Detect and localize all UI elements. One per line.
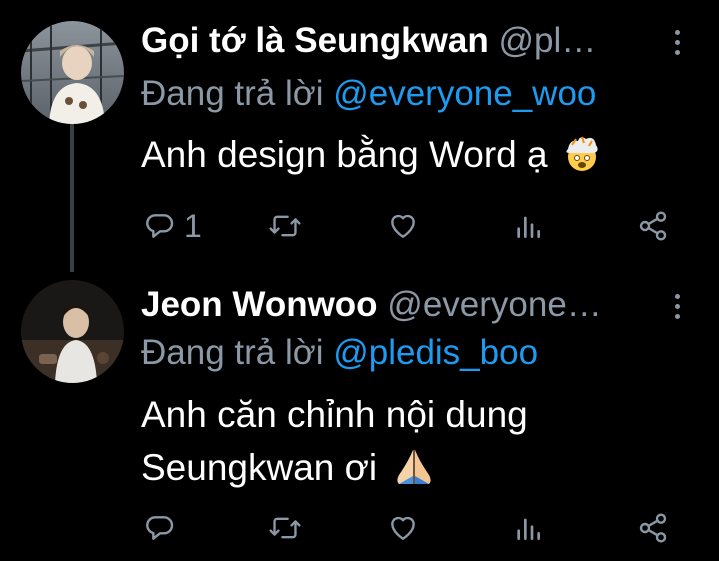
avatar[interactable] <box>21 21 124 124</box>
analytics-icon <box>517 518 540 540</box>
avatar[interactable] <box>21 280 124 383</box>
share-button[interactable] <box>637 508 669 548</box>
tweet-1[interactable]: Gọi tớ là Seungkwan @pl… Đang trả lời @e… <box>0 0 719 276</box>
tweet-text: Anh design bằng Word ạ <box>141 128 602 187</box>
tweet-actions: 1 <box>140 206 700 246</box>
reply-prefix: Đang trả lời <box>141 74 324 113</box>
retweet-button[interactable] <box>268 206 302 246</box>
reply-mention-link[interactable]: @pledis_boo <box>333 333 538 372</box>
tweet-header: Jeon Wonwoo @everyone… <box>141 285 602 325</box>
tweet-text-line-1: Anh căn chỉnh nội dung <box>141 394 528 435</box>
reply-icon <box>146 214 174 238</box>
replying-to: Đang trả lời @pledis_boo <box>141 333 538 373</box>
heart-icon <box>391 516 415 540</box>
reply-prefix: Đang trả lời <box>141 333 324 372</box>
reply-button[interactable]: 1 <box>144 206 202 246</box>
user-handle[interactable]: @everyone… <box>387 285 602 324</box>
reply-count: 1 <box>184 207 202 244</box>
retweet-icon <box>269 517 301 539</box>
display-name[interactable]: Jeon Wonwoo <box>141 285 378 324</box>
reply-button[interactable] <box>144 508 184 548</box>
analytics-icon <box>517 216 540 238</box>
retweet-icon <box>269 215 301 237</box>
reply-icon <box>146 516 174 540</box>
more-options-icon[interactable] <box>670 294 684 319</box>
share-icon <box>639 211 667 241</box>
exploding-head-icon <box>562 133 602 187</box>
user-handle[interactable]: @pl… <box>498 21 596 60</box>
share-button[interactable] <box>637 206 669 246</box>
retweet-button[interactable] <box>268 508 302 548</box>
tweet-text-content: Anh design bằng Word ạ <box>141 134 548 175</box>
share-icon <box>639 513 667 543</box>
folded-hands-icon <box>391 446 437 500</box>
like-button[interactable] <box>387 206 419 246</box>
tweet-actions <box>140 508 700 548</box>
display-name[interactable]: Gọi tớ là Seungkwan <box>141 21 489 60</box>
analytics-button[interactable] <box>512 508 544 548</box>
more-options-icon[interactable] <box>670 30 684 55</box>
tweet-header: Gọi tớ là Seungkwan @pl… <box>141 21 596 61</box>
replying-to: Đang trả lời @everyone_woo <box>141 74 596 114</box>
heart-icon <box>391 214 415 238</box>
analytics-button[interactable] <box>512 206 544 246</box>
tweet-2[interactable]: Jeon Wonwoo @everyone… Đang trả lời @ple… <box>0 276 719 561</box>
tweet-text: Anh căn chỉnh nội dung Seungkwan ơi <box>141 388 528 500</box>
reply-mention-link[interactable]: @everyone_woo <box>333 74 596 113</box>
tweet-text-line-2: Seungkwan ơi <box>141 447 378 488</box>
like-button[interactable] <box>387 508 419 548</box>
